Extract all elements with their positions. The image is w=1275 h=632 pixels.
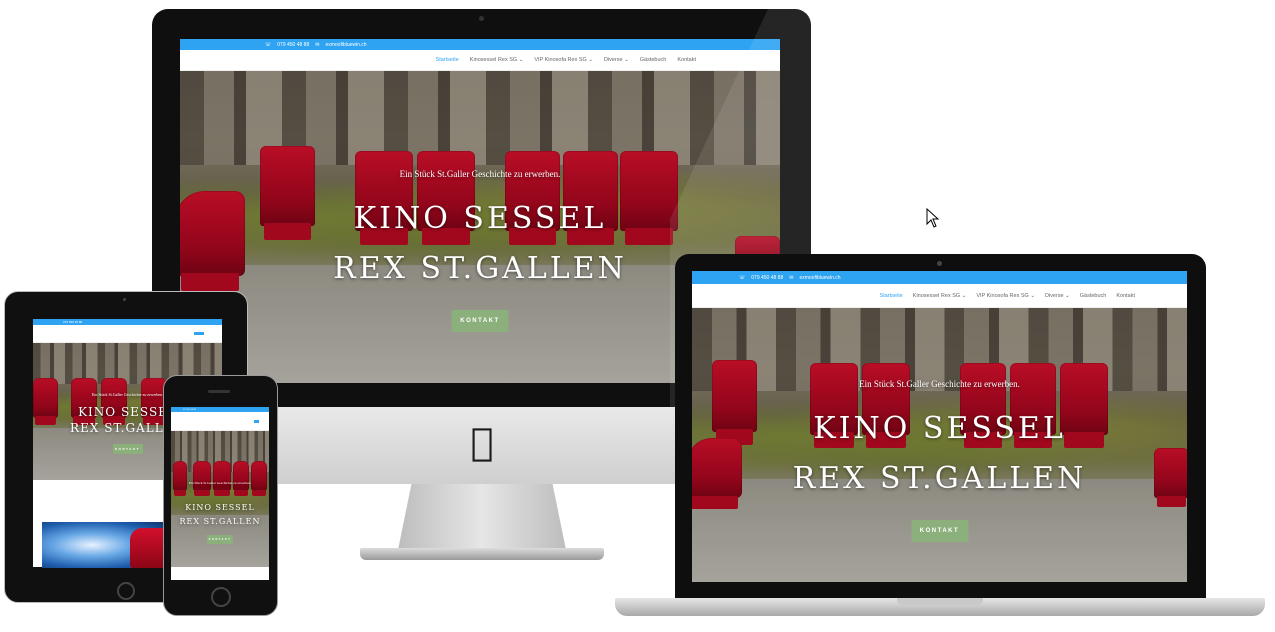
kontakt-button[interactable]: KONTAKT (112, 444, 143, 454)
main-nav (33, 325, 222, 343)
email-address[interactable]: exmoofibluewin.ch (799, 275, 840, 281)
nav-item-kontakt[interactable]: Kontakt (677, 57, 696, 63)
hero-section: Ein Stück St.Galler Geschichte zu erwerb… (692, 308, 1187, 582)
nav-item-vip-kinosofa[interactable]: VIP Kinosofa Rex SG ⌄ (976, 293, 1035, 299)
hero-section: Ein Stück St.Galler Geschichte zu erwerb… (171, 431, 269, 567)
nav-item-startseite[interactable]: Startseite (880, 293, 903, 299)
mobile-menu-icon[interactable] (194, 332, 204, 335)
phone-number[interactable]: 079 450 48 88 (63, 320, 82, 324)
top-bar: ☏ 079 450 48 88 ✉ exmoofibluewin.ch (692, 271, 1187, 284)
hero-subtitle: Ein Stück St.Galler Geschichte zu erwerb… (188, 481, 252, 485)
main-nav: Startseite Kinosessel Rex SG ⌄ VIP Kinos… (180, 50, 780, 71)
hero-title-line1: KINO SESSEL (813, 411, 1066, 446)
phone-number[interactable]: 079 450 48 88 (183, 409, 196, 411)
imac-base (360, 548, 604, 560)
laptop-notch (897, 598, 983, 605)
phone-number[interactable]: 079 450 48 88 (751, 275, 783, 281)
mail-icon: ✉ (789, 274, 794, 281)
nav-item-kinosessel[interactable]: Kinosessel Rex SG ⌄ (913, 293, 967, 299)
hero-subtitle: Ein Stück St.Galler Geschichte zu erwerb… (859, 379, 1020, 389)
top-bar: ☏ 079 450 48 88 ✉ exmoofibluewin.ch (180, 39, 780, 50)
phone-speaker (208, 390, 230, 393)
phone-number[interactable]: 079 450 48 88 (277, 42, 309, 48)
hero-overlay (171, 431, 269, 567)
phone-home-button[interactable] (211, 587, 231, 607)
kontakt-button[interactable]: KONTAKT (911, 520, 968, 542)
mail-icon: ✉ (315, 41, 320, 48)
hero-title-line1: KINO SESSEL (353, 201, 607, 236)
nav-item-startseite[interactable]: Startseite (436, 57, 459, 63)
imac-camera (479, 16, 484, 21)
tablet-camera (123, 298, 126, 301)
nav-item-kontakt[interactable]: Kontakt (1116, 293, 1135, 299)
mouse-pointer-icon (926, 208, 940, 228)
phone-website: 079 450 48 88 Ein Stück St.Galler Geschi… (171, 407, 269, 580)
mobile-menu-icon[interactable] (254, 419, 259, 423)
phone-icon: ☏ (739, 274, 746, 281)
laptop-camera (937, 261, 942, 266)
main-nav (171, 412, 269, 431)
hero-title-line2: REX ST.GALLEN (792, 461, 1087, 496)
main-nav: Startseite Kinosessel Rex SG ⌄ VIP Kinos… (692, 284, 1187, 308)
imac-stand (398, 484, 566, 550)
tablet-home-button[interactable] (117, 582, 135, 600)
laptop-website: ☏ 079 450 48 88 ✉ exmoofibluewin.ch Star… (692, 271, 1187, 582)
phone-icon: ☏ (265, 41, 272, 48)
nav-item-vip-kinosofa[interactable]: VIP Kinosofa Rex SG ⌄ (534, 57, 593, 63)
nav-item-kinosessel[interactable]: Kinosessel Rex SG ⌄ (470, 57, 524, 63)
email-address[interactable]: exmoofibluewin.ch (325, 42, 366, 48)
nav-item-diverse[interactable]: Diverse ⌄ (604, 57, 629, 63)
apple-logo-icon:  (466, 422, 498, 462)
cinema-seat (130, 528, 166, 568)
kontakt-button[interactable]: KONTAKT (207, 535, 233, 544)
hero-title-line2: REX ST.GALLEN (179, 517, 261, 526)
nav-item-gaestebuch[interactable]: Gästebuch (1080, 293, 1107, 299)
hero-subtitle: Ein Stück St.Galler Geschichte zu erwerb… (399, 169, 561, 179)
kontakt-button[interactable]: KONTAKT (451, 310, 509, 332)
nav-item-diverse[interactable]: Diverse ⌄ (1045, 293, 1070, 299)
nav-item-gaestebuch[interactable]: Gästebuch (640, 57, 667, 63)
hero-title-line1: KINO SESSEL (185, 503, 255, 512)
